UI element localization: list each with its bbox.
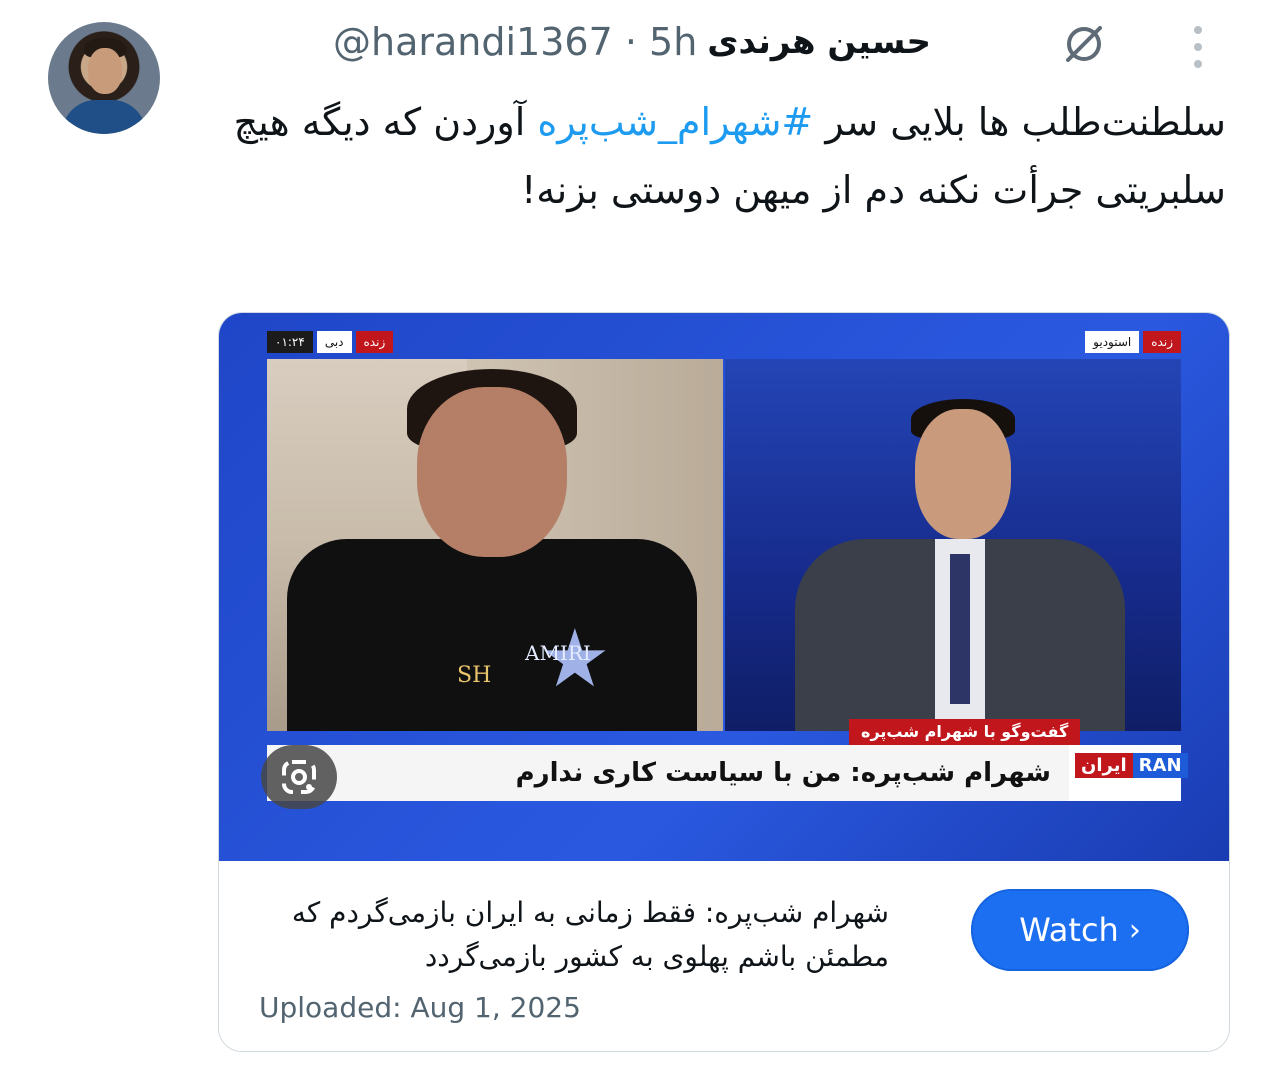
grok-icon[interactable] [1060, 20, 1108, 68]
anchor-head [915, 409, 1011, 539]
avatar-face [88, 48, 122, 94]
video-subhead: گفت‌وگو با شهرام شب‌پره [849, 719, 1081, 745]
watch-label: Watch [1019, 911, 1119, 949]
guest-feed: ★ AMIRI SH [267, 359, 723, 731]
avatar-shirt [62, 100, 146, 134]
guest-head [417, 387, 567, 557]
time-label: ۰۱:۲۴ [267, 331, 313, 353]
google-lens-button[interactable] [261, 745, 337, 809]
guest-pendant: SH [457, 663, 492, 688]
tweet-text-before: سلطنت‌طلب ها بلایی سر [813, 100, 1226, 144]
logo-fa: ایران [1075, 753, 1133, 778]
video-topbar-left: ۰۱:۲۴ دبی زنده [267, 331, 394, 353]
author-handle-time[interactable]: @harandi1367 · 5h [333, 20, 697, 64]
chevron-right-icon: › [1128, 912, 1141, 948]
studio-label: استودیو [1085, 331, 1140, 353]
channel-logo: ایران RAN [1069, 745, 1188, 801]
card-footer: شهرام شب‌پره: فقط زمانی به ایران بازمی‌گ… [219, 861, 1229, 1051]
card-title[interactable]: شهرام شب‌پره: فقط زمانی به ایران بازمی‌گ… [249, 891, 889, 979]
watch-button[interactable]: Watch › [971, 889, 1189, 971]
upload-date: Uploaded: Aug 1, 2025 [259, 991, 581, 1024]
guest-shirt-text: AMIRI [525, 641, 591, 665]
guest-body [287, 539, 697, 731]
tweet-header: @harandi1367 · 5h حسین هرندی [333, 14, 931, 70]
author-avatar[interactable] [48, 22, 160, 134]
hashtag-link[interactable]: #شهرام_شب‌پره [537, 100, 813, 144]
author-name[interactable]: حسین هرندی [707, 22, 931, 62]
live-label-left: زنده [355, 331, 394, 353]
live-label-right: زنده [1143, 331, 1181, 353]
logo-en: RAN [1132, 753, 1188, 778]
video-headline: شهرام شب‌پره: من با سیاست کاری ندارم [267, 745, 1069, 801]
video-thumbnail[interactable]: ۰۱:۲۴ دبی زنده استودیو زنده ★ AMIRI SH گ… [219, 313, 1229, 861]
tweet-text: سلطنت‌طلب ها بلایی سر #شهرام_شب‌پره آورد… [226, 88, 1226, 224]
video-topbar-right: استودیو زنده [1085, 331, 1181, 353]
anchor-tie [950, 554, 970, 704]
anchor-feed [725, 359, 1181, 731]
google-lens-icon [282, 760, 316, 794]
more-vertical-icon[interactable] [1190, 24, 1206, 70]
video-card[interactable]: ۰۱:۲۴ دبی زنده استودیو زنده ★ AMIRI SH گ… [218, 312, 1230, 1052]
city-label: دبی [316, 331, 352, 353]
